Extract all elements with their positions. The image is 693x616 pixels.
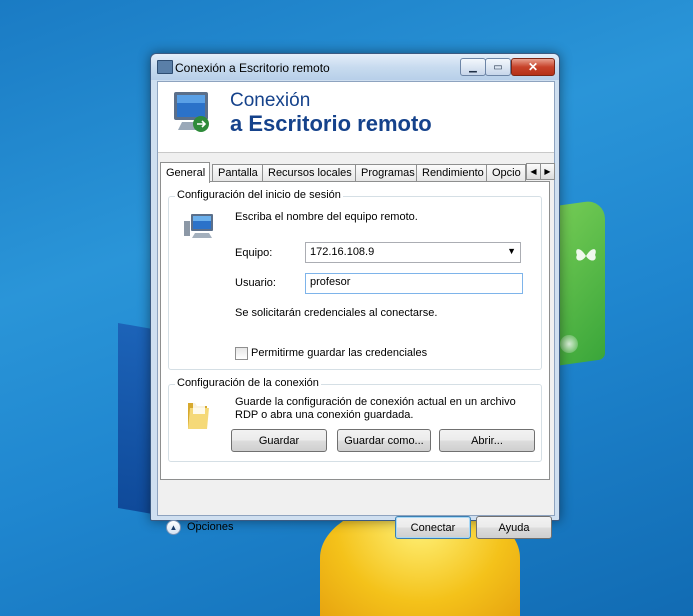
save-button[interactable]: Guardar [231,429,327,452]
save-credentials-label[interactable]: Permitirme guardar las credenciales [251,347,427,359]
banner-title-line1: Conexión [230,90,311,111]
close-icon: ✕ [527,60,539,74]
desktop-glow [560,335,578,353]
computer-icon [184,214,213,238]
minimize-button[interactable]: ▁ [460,58,486,76]
connection-settings-group: Configuración de la conexión Guarde la c… [168,377,542,462]
general-tab-panel: Configuración del inicio de sesión Escri… [160,181,550,480]
chevron-up-icon[interactable]: ▲ [166,520,181,535]
computer-combobox[interactable]: 172.16.108.9 ▼ [305,242,521,263]
dialog-client-area: Conexión a Escritorio remoto General Pan… [157,81,555,539]
tab-strip: General Pantalla Recursos locales Progra… [160,162,555,183]
connection-description-line2: RDP o abra una conexión guardada. [235,409,414,421]
maximize-button[interactable]: ▭ [485,58,511,76]
banner-title-line2: a Escritorio remoto [230,111,432,136]
tab-opciones-avanzadas[interactable]: Opcio [486,164,526,182]
instruction-text: Escriba el nombre del equipo remoto. [235,211,418,223]
user-input[interactable] [310,276,516,288]
computer-value: 172.16.108.9 [310,246,375,258]
minimize-icon: ▁ [469,61,477,73]
window-title: Conexión a Escritorio remoto [175,61,330,75]
tab-scroll-left-button[interactable]: ◀ [526,163,541,180]
remote-desktop-window: Conexión a Escritorio remoto ▁ ▭ ✕ Conex… [150,53,560,539]
tab-scroll-right-button[interactable]: ▶ [540,163,555,180]
folder-icon [188,400,209,429]
close-button[interactable]: ✕ [511,58,555,76]
remote-desktop-monitor-icon [174,92,209,132]
chevron-left-icon: ◀ [530,167,537,176]
connect-button[interactable]: Conectar [395,516,471,539]
user-field[interactable] [305,273,523,294]
title-bar[interactable]: Conexión a Escritorio remoto ▁ ▭ ✕ [151,54,559,80]
tab-programas[interactable]: Programas [355,164,419,182]
computer-label: Equipo: [235,247,273,259]
chevron-down-icon: ▼ [507,246,516,256]
chevron-right-icon: ▶ [544,167,551,176]
tab-recursos-locales[interactable]: Recursos locales [262,164,358,182]
user-label: Usuario: [235,277,276,289]
credentials-note: Se solicitarán credenciales al conectars… [235,307,438,319]
remote-desktop-app-icon [157,60,173,74]
connection-group-title: Configuración de la conexión [175,377,321,389]
connection-description-line1: Guarde la configuración de conexión actu… [235,396,516,408]
save-credentials-checkbox[interactable] [235,347,248,360]
maximize-icon: ▭ [493,61,503,73]
login-settings-group: Configuración del inicio de sesión Escri… [168,189,542,370]
save-as-button[interactable]: Guardar como... [337,429,431,452]
tab-general[interactable]: General [160,162,210,183]
banner: Conexión a Escritorio remoto [158,82,554,153]
help-button[interactable]: Ayuda [476,516,552,539]
login-group-title: Configuración del inicio de sesión [175,189,343,201]
open-button[interactable]: Abrir... [439,429,535,452]
butterfly-icon [576,249,596,261]
tab-rendimiento[interactable]: Rendimiento [416,164,489,182]
options-label[interactable]: Opciones [187,521,233,533]
tab-pantalla[interactable]: Pantalla [212,164,265,182]
